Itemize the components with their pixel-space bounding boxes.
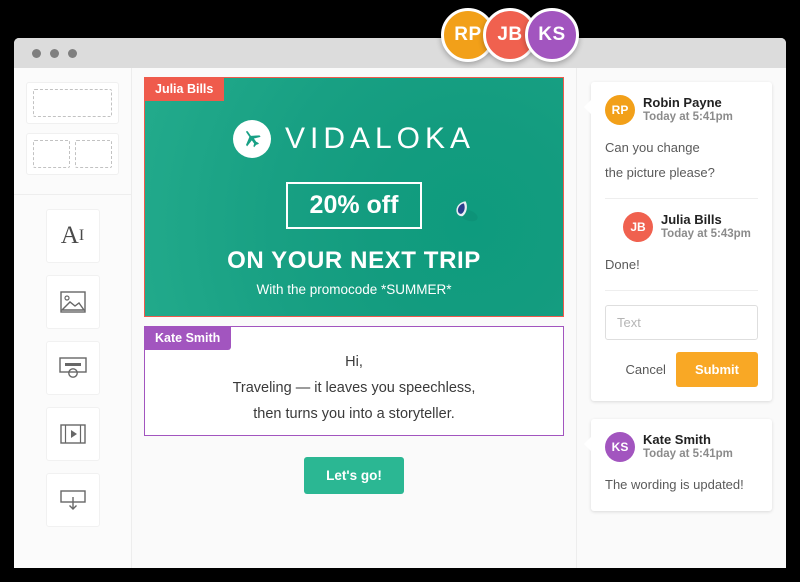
text-line-3: then turns you into a storyteller. bbox=[253, 406, 455, 422]
brand-logo: VIDALOKA bbox=[232, 120, 476, 158]
comment-timestamp: Today at 5:41pm bbox=[643, 111, 733, 123]
button-icon bbox=[58, 357, 87, 378]
text-tool-label: A bbox=[60, 222, 79, 249]
text-tool-sublabel: I bbox=[78, 227, 85, 244]
cancel-button[interactable]: Cancel bbox=[625, 362, 665, 377]
one-column-layout[interactable] bbox=[26, 82, 119, 124]
avatar-jb-small: JB bbox=[623, 212, 653, 242]
browser-window: AI Julia Bills VIDALOKA 20% off ON YOUR … bbox=[14, 38, 786, 568]
comment-author-meta: Julia Bills Today at 5:43pm bbox=[661, 212, 751, 242]
close-dot[interactable] bbox=[32, 48, 41, 58]
cta-block: Let's go! bbox=[144, 457, 564, 494]
comment-body-line: The wording is updated! bbox=[605, 477, 744, 492]
hero-block[interactable]: Julia Bills VIDALOKA 20% off ON YOUR NEX… bbox=[144, 77, 564, 317]
minimize-dot[interactable] bbox=[50, 48, 59, 58]
comment-body-line: the picture please? bbox=[605, 165, 715, 180]
brand-name: VIDALOKA bbox=[284, 122, 476, 155]
hero-banner[interactable]: VIDALOKA 20% off ON YOUR NEXT TRIP With … bbox=[144, 77, 564, 317]
video-icon bbox=[59, 424, 86, 444]
lets-go-button[interactable]: Let's go! bbox=[304, 457, 404, 494]
comment-body: The wording is updated! bbox=[605, 472, 758, 497]
comment-header: RP Robin Payne Today at 5:41pm bbox=[605, 95, 758, 125]
hero-block-owner-tag: Julia Bills bbox=[144, 77, 225, 101]
offer-badge: 20% off bbox=[285, 182, 423, 229]
reply-actions: Cancel Submit bbox=[605, 352, 758, 387]
comment-author-name: Robin Payne bbox=[643, 95, 722, 110]
reply-divider bbox=[605, 290, 758, 291]
comment-divider bbox=[605, 198, 758, 199]
text-block[interactable]: Kate Smith Hi, Traveling — it leaves you… bbox=[144, 326, 564, 436]
comment-timestamp: Today at 5:41pm bbox=[643, 448, 733, 460]
email-canvas: Julia Bills VIDALOKA 20% off ON YOUR NEX… bbox=[132, 68, 576, 568]
avatar-ks[interactable]: KS bbox=[525, 8, 579, 62]
submit-button[interactable]: Submit bbox=[675, 352, 758, 387]
text-line-2: Traveling — it leaves you speechless, bbox=[232, 380, 476, 396]
comment-header: JB Julia Bills Today at 5:43pm bbox=[605, 212, 758, 242]
comment-thread-card[interactable]: RP Robin Payne Today at 5:41pm Can you c… bbox=[584, 82, 772, 401]
comment-body-line: Done! bbox=[605, 257, 640, 272]
comment-timestamp: Today at 5:43pm bbox=[661, 228, 751, 240]
comment-body: Done! bbox=[605, 252, 758, 277]
two-column-layout[interactable] bbox=[26, 133, 119, 175]
comment-header: KS Kate Smith Today at 5:41pm bbox=[605, 432, 758, 462]
comments-panel: RP Robin Payne Today at 5:41pm Can you c… bbox=[576, 68, 786, 568]
layout-slot bbox=[33, 89, 112, 117]
button-tool[interactable] bbox=[45, 341, 100, 395]
comment-body-line: Can you change bbox=[605, 140, 700, 155]
divider-icon bbox=[59, 490, 86, 510]
avatar-ks-small: KS bbox=[605, 432, 635, 462]
comment-author-name: Kate Smith bbox=[643, 432, 711, 447]
video-tool[interactable] bbox=[45, 407, 100, 461]
text-block-owner-tag: Kate Smith bbox=[144, 326, 232, 350]
comment-author-meta: Robin Payne Today at 5:41pm bbox=[643, 95, 733, 125]
hero-subline: With the promocode *SUMMER* bbox=[256, 282, 452, 297]
window-body: AI Julia Bills VIDALOKA 20% off ON YOUR … bbox=[14, 68, 786, 568]
divider-tool[interactable] bbox=[45, 473, 100, 527]
avatar-rp-small: RP bbox=[605, 95, 635, 125]
layout-palette bbox=[14, 82, 131, 195]
screenshot-stage: RP JB KS A I Julia Bills VIDALOKA 20% of… bbox=[0, 0, 800, 582]
boat-graphic bbox=[456, 201, 478, 222]
comment-card[interactable]: KS Kate Smith Today at 5:41pm The wordin… bbox=[584, 419, 772, 511]
text-tool[interactable]: AI bbox=[45, 209, 100, 263]
hero-headline: ON YOUR NEXT TRIP bbox=[227, 247, 481, 274]
editor-sidebar: AI bbox=[14, 68, 132, 568]
text-line-1: Hi, bbox=[345, 354, 363, 370]
reply-input[interactable] bbox=[605, 305, 758, 340]
collaborator-avatars: RP JB KS bbox=[441, 8, 579, 64]
airplane-icon bbox=[232, 120, 271, 158]
comment-body: Can you change the picture please? bbox=[605, 135, 758, 185]
tool-palette: AI bbox=[14, 195, 131, 527]
image-icon bbox=[59, 291, 86, 313]
maximize-dot[interactable] bbox=[68, 48, 77, 58]
window-titlebar bbox=[14, 38, 786, 68]
image-tool[interactable] bbox=[45, 275, 100, 329]
comment-author-name: Julia Bills bbox=[661, 212, 722, 227]
layout-slot bbox=[33, 140, 70, 168]
layout-slot bbox=[75, 140, 112, 168]
comment-author-meta: Kate Smith Today at 5:41pm bbox=[643, 432, 733, 462]
